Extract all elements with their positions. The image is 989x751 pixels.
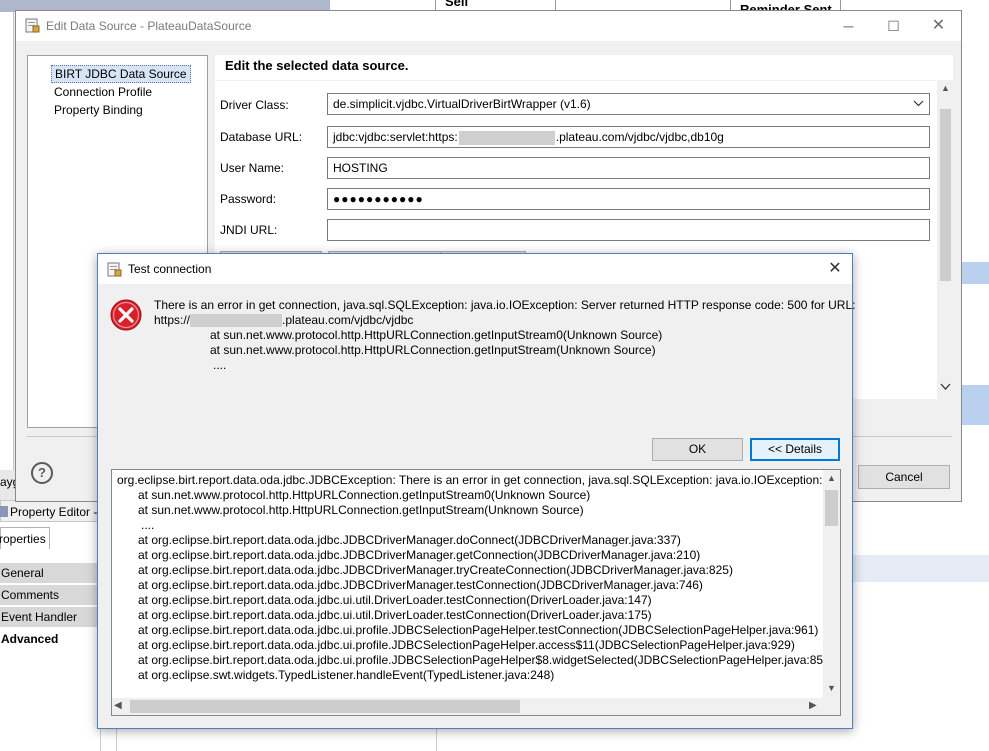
stack-trace-line: at org.eclipse.birt.report.data.oda.jdbc… (138, 533, 681, 547)
property-editor-title: Property Editor - (10, 505, 98, 519)
stack-trace-line: at org.eclipse.birt.report.data.oda.jdbc… (138, 623, 819, 637)
tree-item-birt-jdbc-data-source[interactable]: BIRT JDBC Data Source (51, 65, 191, 83)
table-header-sell: Sell (445, 0, 469, 9)
database-url-prefix: jdbc:vjdbc:servlet:https: (333, 130, 458, 144)
cancel-button[interactable]: Cancel (858, 465, 950, 489)
jndi-url-field[interactable] (327, 219, 930, 241)
maximize-button[interactable]: ☐ (871, 11, 916, 41)
test-connection-icon (107, 262, 122, 277)
background-right-pane (962, 12, 989, 502)
help-icon[interactable]: ? (31, 462, 53, 484)
scrollbar-thumb[interactable] (940, 109, 951, 281)
tree-item-connection-profile[interactable]: Connection Profile (51, 84, 155, 100)
error-message-url: https:// .plateau.com/vjdbc/vjdbc (154, 313, 414, 328)
jndi-url-label: JNDI URL: (220, 223, 278, 237)
user-name-label: User Name: (220, 161, 285, 175)
dialog-title: Edit Data Source - PlateauDataSource (46, 19, 252, 33)
nav-item-comments[interactable]: Comments (0, 585, 100, 606)
property-editor-icon (0, 506, 8, 517)
error-message-line: There is an error in get connection, jav… (154, 298, 856, 312)
scrollbar-corner (823, 698, 840, 715)
chevron-down-icon (913, 100, 924, 107)
scroll-left-icon[interactable]: ◀ (114, 700, 122, 711)
database-url-label: Database URL: (220, 130, 303, 144)
scrollbar-thumb[interactable] (825, 490, 838, 526)
page-heading: Edit the selected data source. (225, 58, 409, 73)
stack-trace-line: at org.eclipse.birt.report.data.oda.jdbc… (138, 653, 834, 667)
scroll-up-icon[interactable]: ▲ (823, 473, 840, 483)
stack-trace-line: .... (141, 518, 155, 532)
stack-trace-line: at org.eclipse.swt.widgets.TypedListener… (138, 668, 555, 682)
scrollbar-thumb[interactable] (130, 700, 520, 713)
driver-class-label: Driver Class: (220, 98, 289, 112)
user-name-field[interactable]: HOSTING (327, 157, 930, 179)
ok-button[interactable]: OK (652, 438, 743, 461)
tab-properties[interactable]: Properties (0, 527, 50, 549)
title-bar: Edit Data Source - PlateauDataSource ─ ☐… (16, 11, 961, 41)
redacted-host (458, 130, 555, 145)
stack-trace-line: org.eclipse.birt.report.data.oda.jdbc.JD… (117, 473, 841, 487)
scroll-down-icon[interactable]: ▼ (823, 683, 840, 693)
dialog-title: Test connection (128, 262, 212, 276)
test-connection-dialog: Test connection ✕ There is an error in g… (97, 253, 856, 729)
stack-trace-line: at org.eclipse.birt.report.data.oda.jdbc… (138, 593, 652, 607)
error-url-suffix: .plateau.com/vjdbc/vjdbc (282, 313, 414, 327)
title-bar: Test connection ✕ (98, 254, 852, 284)
scroll-down-icon[interactable] (938, 383, 953, 393)
nav-item-general[interactable]: General (0, 563, 100, 584)
password-field[interactable]: ●●●●●●●●●●● (327, 188, 930, 210)
database-url-suffix: .plateau.com/vjdbc/vjdbc,db10g (555, 130, 724, 144)
stack-trace-line: at org.eclipse.birt.report.data.oda.jdbc… (138, 563, 733, 577)
error-url-prefix: https:// (154, 313, 191, 327)
stack-trace-line: at sun.net.www.protocol.http.HttpURLConn… (138, 488, 591, 502)
error-message-line: at sun.net.www.protocol.http.HttpURLConn… (210, 328, 663, 342)
nav-item-event-handler[interactable]: Event Handler (0, 607, 100, 628)
error-message-ellipsis: .... (213, 358, 227, 372)
stack-trace-line: at sun.net.www.protocol.http.HttpURLConn… (138, 503, 584, 517)
tab-properties-label: Properties (0, 532, 46, 546)
details-button[interactable]: << Details (750, 438, 840, 461)
driver-class-select[interactable]: de.simplicit.vjdbc.VirtualDriverBirtWrap… (327, 93, 930, 115)
stack-trace-line: at org.eclipse.birt.report.data.oda.jdbc… (138, 578, 703, 592)
close-button[interactable]: ✕ (916, 11, 961, 41)
database-url-field[interactable]: jdbc:vjdbc:servlet:https: .plateau.com/vj… (327, 126, 930, 148)
stack-trace-line: at org.eclipse.birt.report.data.oda.jdbc… (138, 548, 701, 562)
close-button[interactable]: ✕ (819, 254, 851, 284)
stack-trace-box[interactable]: org.eclipse.birt.report.data.oda.jdbc.JD… (111, 469, 841, 716)
tree-item-property-binding[interactable]: Property Binding (51, 102, 146, 118)
password-label: Password: (220, 192, 277, 206)
error-message-line: at sun.net.www.protocol.http.HttpURLConn… (210, 343, 656, 357)
scroll-right-icon[interactable]: ▶ (809, 700, 817, 711)
minimize-button[interactable]: ─ (826, 11, 871, 41)
background-row-highlight (962, 262, 989, 284)
property-row-highlight (840, 555, 989, 582)
driver-class-value: de.simplicit.vjdbc.VirtualDriverBirtWrap… (333, 97, 591, 111)
redacted-host (190, 314, 283, 328)
data-source-icon (25, 18, 40, 33)
error-icon (110, 299, 142, 331)
stack-trace-line: at org.eclipse.birt.report.data.oda.jdbc… (138, 608, 652, 622)
nav-item-advanced[interactable]: Advanced (0, 629, 100, 650)
scroll-up-icon[interactable]: ▲ (938, 83, 953, 93)
workbench-left-strip (0, 0, 14, 470)
background-row-highlight (962, 385, 989, 425)
stack-trace-line: at org.eclipse.birt.report.data.oda.jdbc… (138, 638, 795, 652)
